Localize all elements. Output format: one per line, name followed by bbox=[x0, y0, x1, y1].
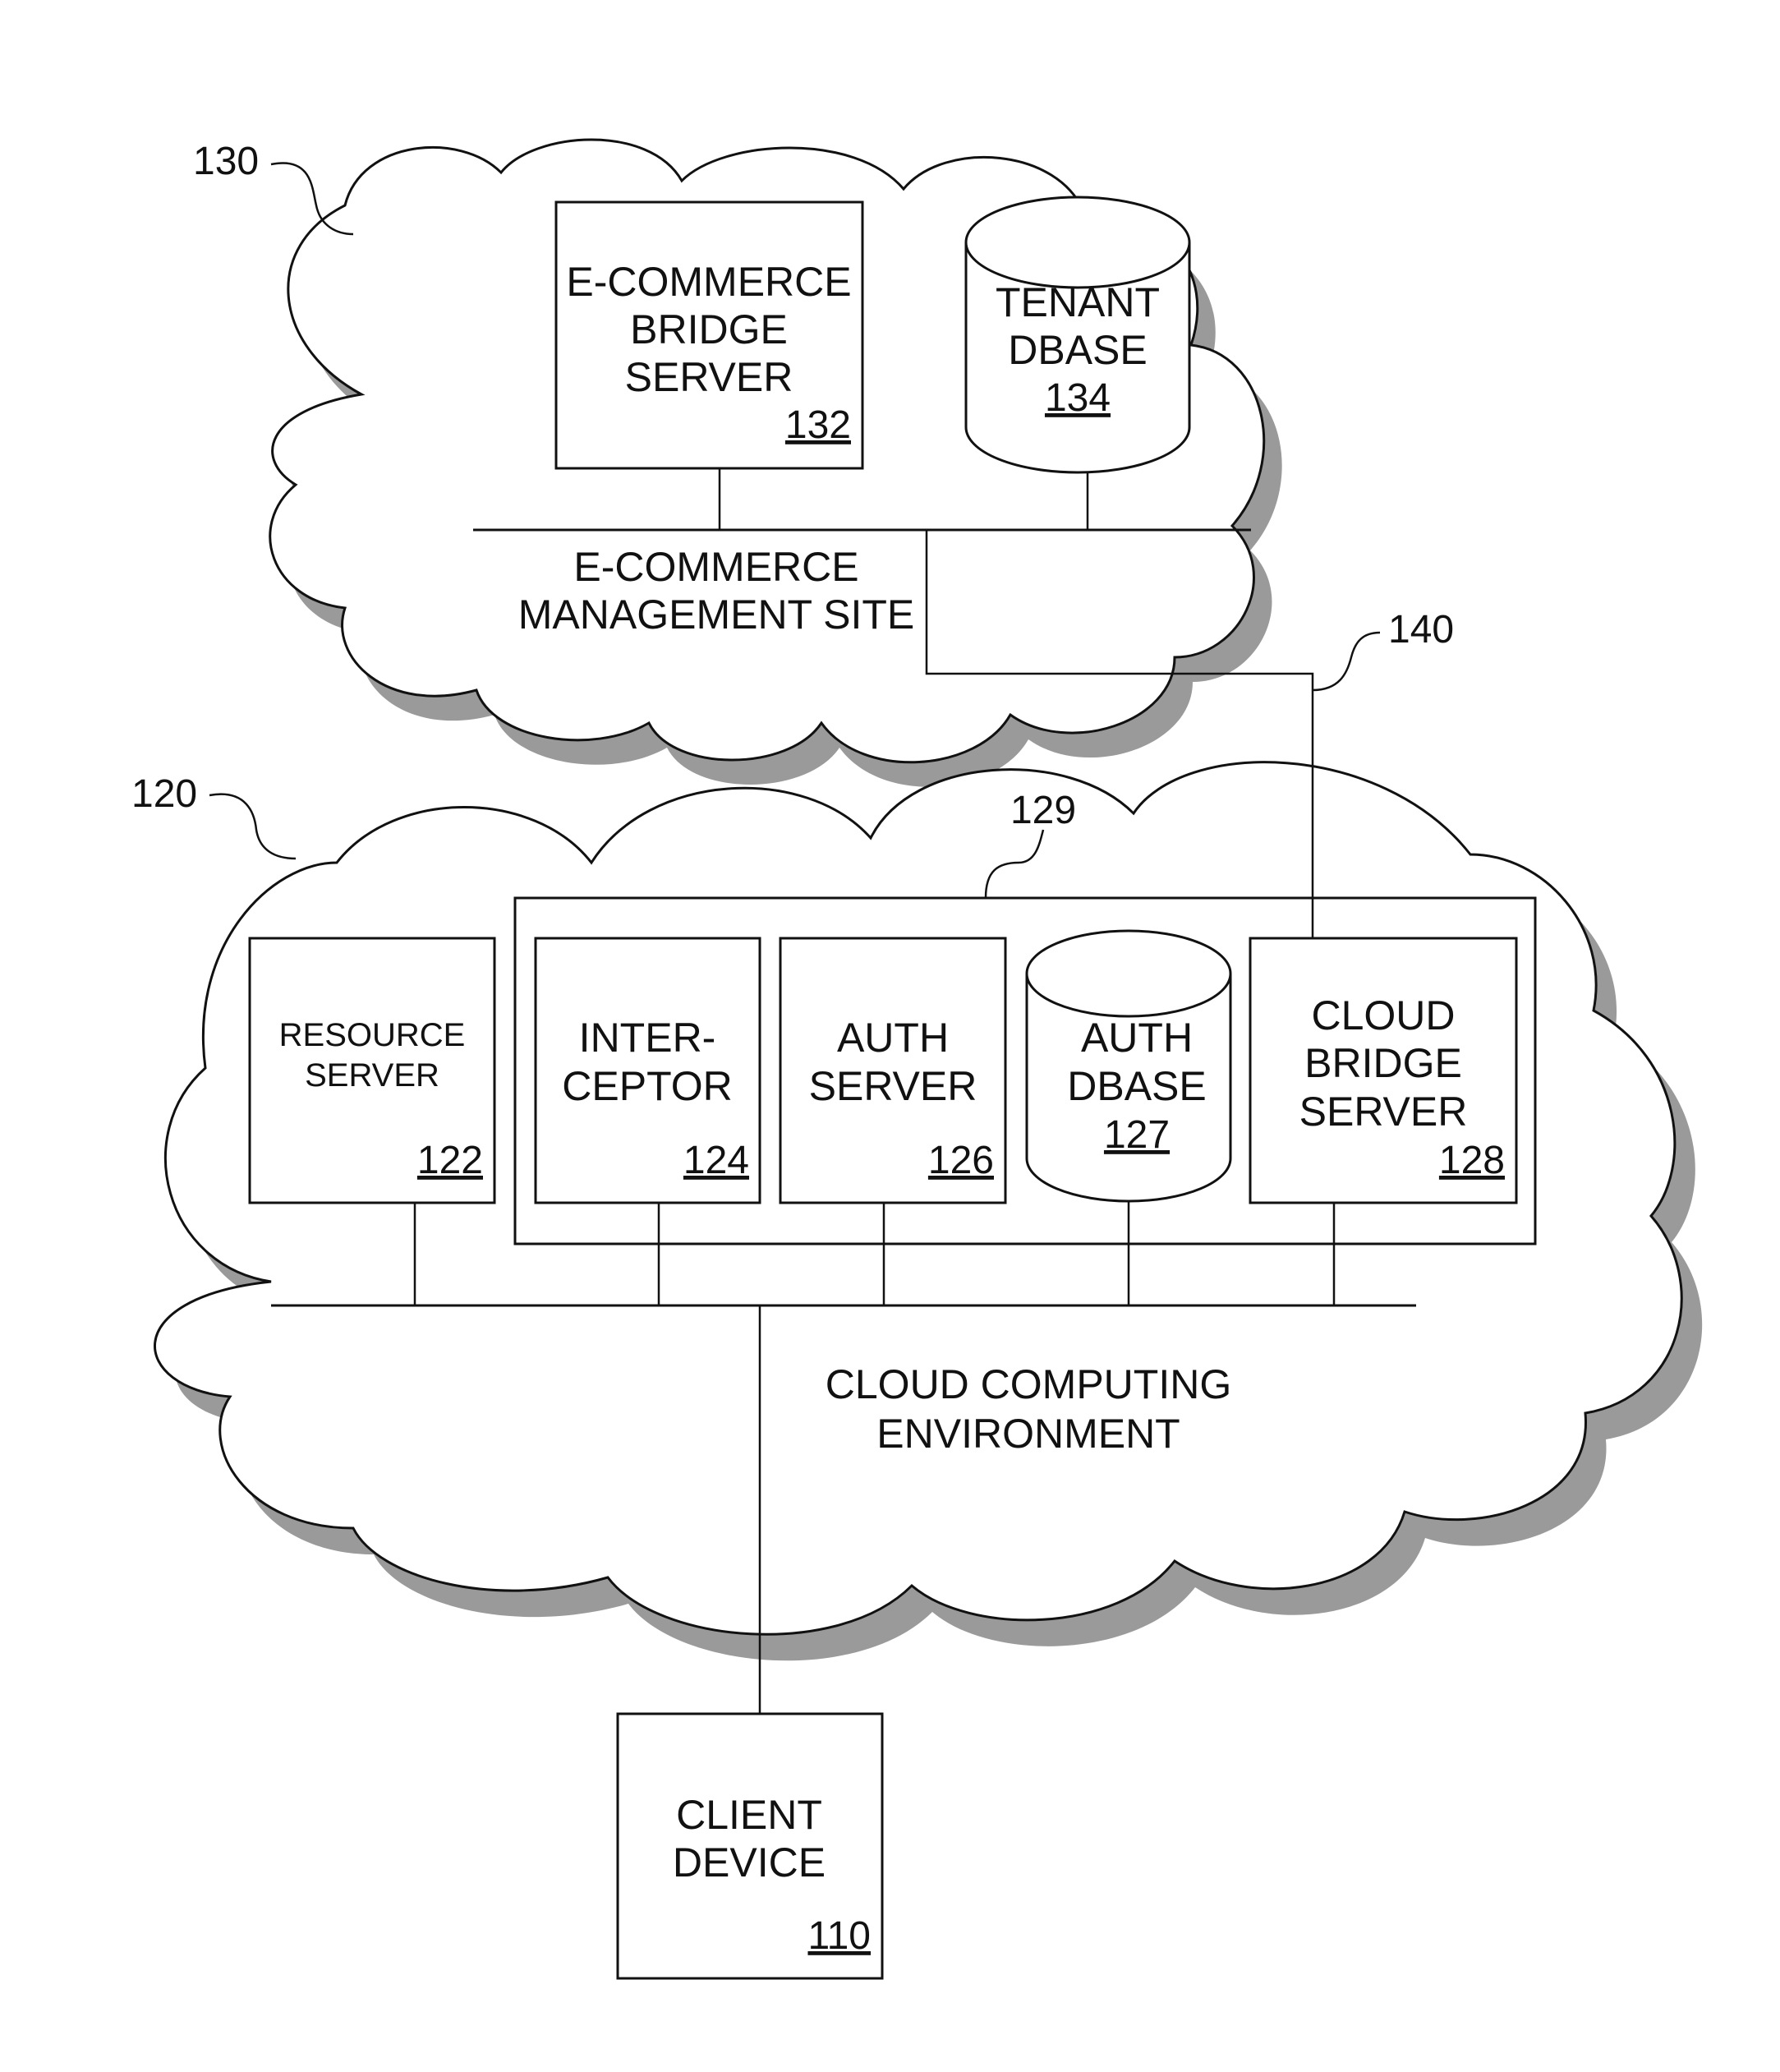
ref-label-140: 140 bbox=[1388, 608, 1454, 652]
cloud-env-title-line-2: ENVIRONMENT bbox=[876, 1411, 1180, 1457]
ref-label-126: 126 bbox=[928, 1139, 994, 1182]
tenant-dbase: TENANT DBASE 134 bbox=[964, 196, 1191, 474]
ref-label-134: 134 bbox=[1045, 376, 1111, 420]
cloud-env-title-line-1: CLOUD COMPUTING bbox=[826, 1361, 1231, 1407]
auth-dbase: AUTH DBASE 127 bbox=[1025, 929, 1232, 1203]
cloud-bridge-server: CLOUD BRIDGE SERVER 128 bbox=[1249, 937, 1518, 1204]
system-architecture-diagram: 130 E-COMMERCE BRIDGE SERVER 132 TENANT … bbox=[131, 138, 1703, 1980]
client-device-line-2: DEVICE bbox=[673, 1839, 826, 1886]
tenant-dbase-cylinder-top bbox=[964, 196, 1191, 289]
ref-label-124: 124 bbox=[683, 1139, 749, 1182]
ref-label-127: 127 bbox=[1104, 1113, 1170, 1157]
ref-label-130: 130 bbox=[193, 140, 259, 183]
auth-server-line-2: SERVER bbox=[809, 1063, 977, 1109]
ecommerce-bridge-server-line-2: BRIDGE bbox=[630, 306, 788, 352]
auth-dbase-line-2: DBASE bbox=[1067, 1063, 1207, 1109]
interceptor-line-1: INTER- bbox=[579, 1015, 716, 1061]
resource-server: RESOURCE SERVER 122 bbox=[248, 937, 496, 1204]
auth-server: AUTH SERVER 126 bbox=[779, 937, 1007, 1204]
cloud-bridge-server-line-2: BRIDGE bbox=[1304, 1040, 1462, 1086]
cloud-computing-environment: 120 129 RESOURCE SERVER 122 INTER- CEPTO… bbox=[131, 761, 1703, 1661]
auth-dbase-line-1: AUTH bbox=[1081, 1015, 1193, 1061]
ref-label-128: 128 bbox=[1439, 1139, 1505, 1182]
ref-label-122: 122 bbox=[417, 1139, 483, 1182]
ecommerce-site-title-line-1: E-COMMERCE bbox=[573, 544, 858, 590]
ecommerce-management-cloud: 130 E-COMMERCE BRIDGE SERVER 132 TENANT … bbox=[193, 138, 1282, 787]
tenant-dbase-line-1: TENANT bbox=[996, 279, 1160, 325]
ecommerce-bridge-server-line-3: SERVER bbox=[625, 354, 793, 400]
resource-server-line-2: SERVER bbox=[305, 1057, 439, 1094]
cloud-bridge-server-line-1: CLOUD bbox=[1311, 992, 1455, 1038]
auth-server-line-1: AUTH bbox=[837, 1015, 949, 1061]
ecommerce-bridge-server-line-1: E-COMMERCE bbox=[566, 259, 851, 305]
ecommerce-bridge-server: E-COMMERCE BRIDGE SERVER 132 bbox=[554, 200, 864, 470]
auth-dbase-cylinder-top bbox=[1025, 929, 1232, 1018]
cloud-bridge-server-line-3: SERVER bbox=[1299, 1089, 1468, 1135]
ref-label-120: 120 bbox=[131, 772, 197, 816]
tenant-dbase-line-2: DBASE bbox=[1008, 327, 1148, 373]
ref-label-110: 110 bbox=[807, 1914, 871, 1958]
resource-server-line-1: RESOURCE bbox=[279, 1017, 466, 1053]
ref-label-129: 129 bbox=[1010, 789, 1076, 832]
interceptor-line-2: CEPTOR bbox=[562, 1063, 732, 1109]
interceptor: INTER- CEPTOR 124 bbox=[534, 937, 761, 1204]
ref-leader-140 bbox=[1312, 631, 1381, 692]
ref-leader-120 bbox=[209, 793, 297, 860]
ref-label-132: 132 bbox=[785, 403, 851, 447]
ecommerce-site-title-line-2: MANAGEMENT SITE bbox=[518, 592, 914, 638]
client-device-line-1: CLIENT bbox=[676, 1792, 822, 1838]
